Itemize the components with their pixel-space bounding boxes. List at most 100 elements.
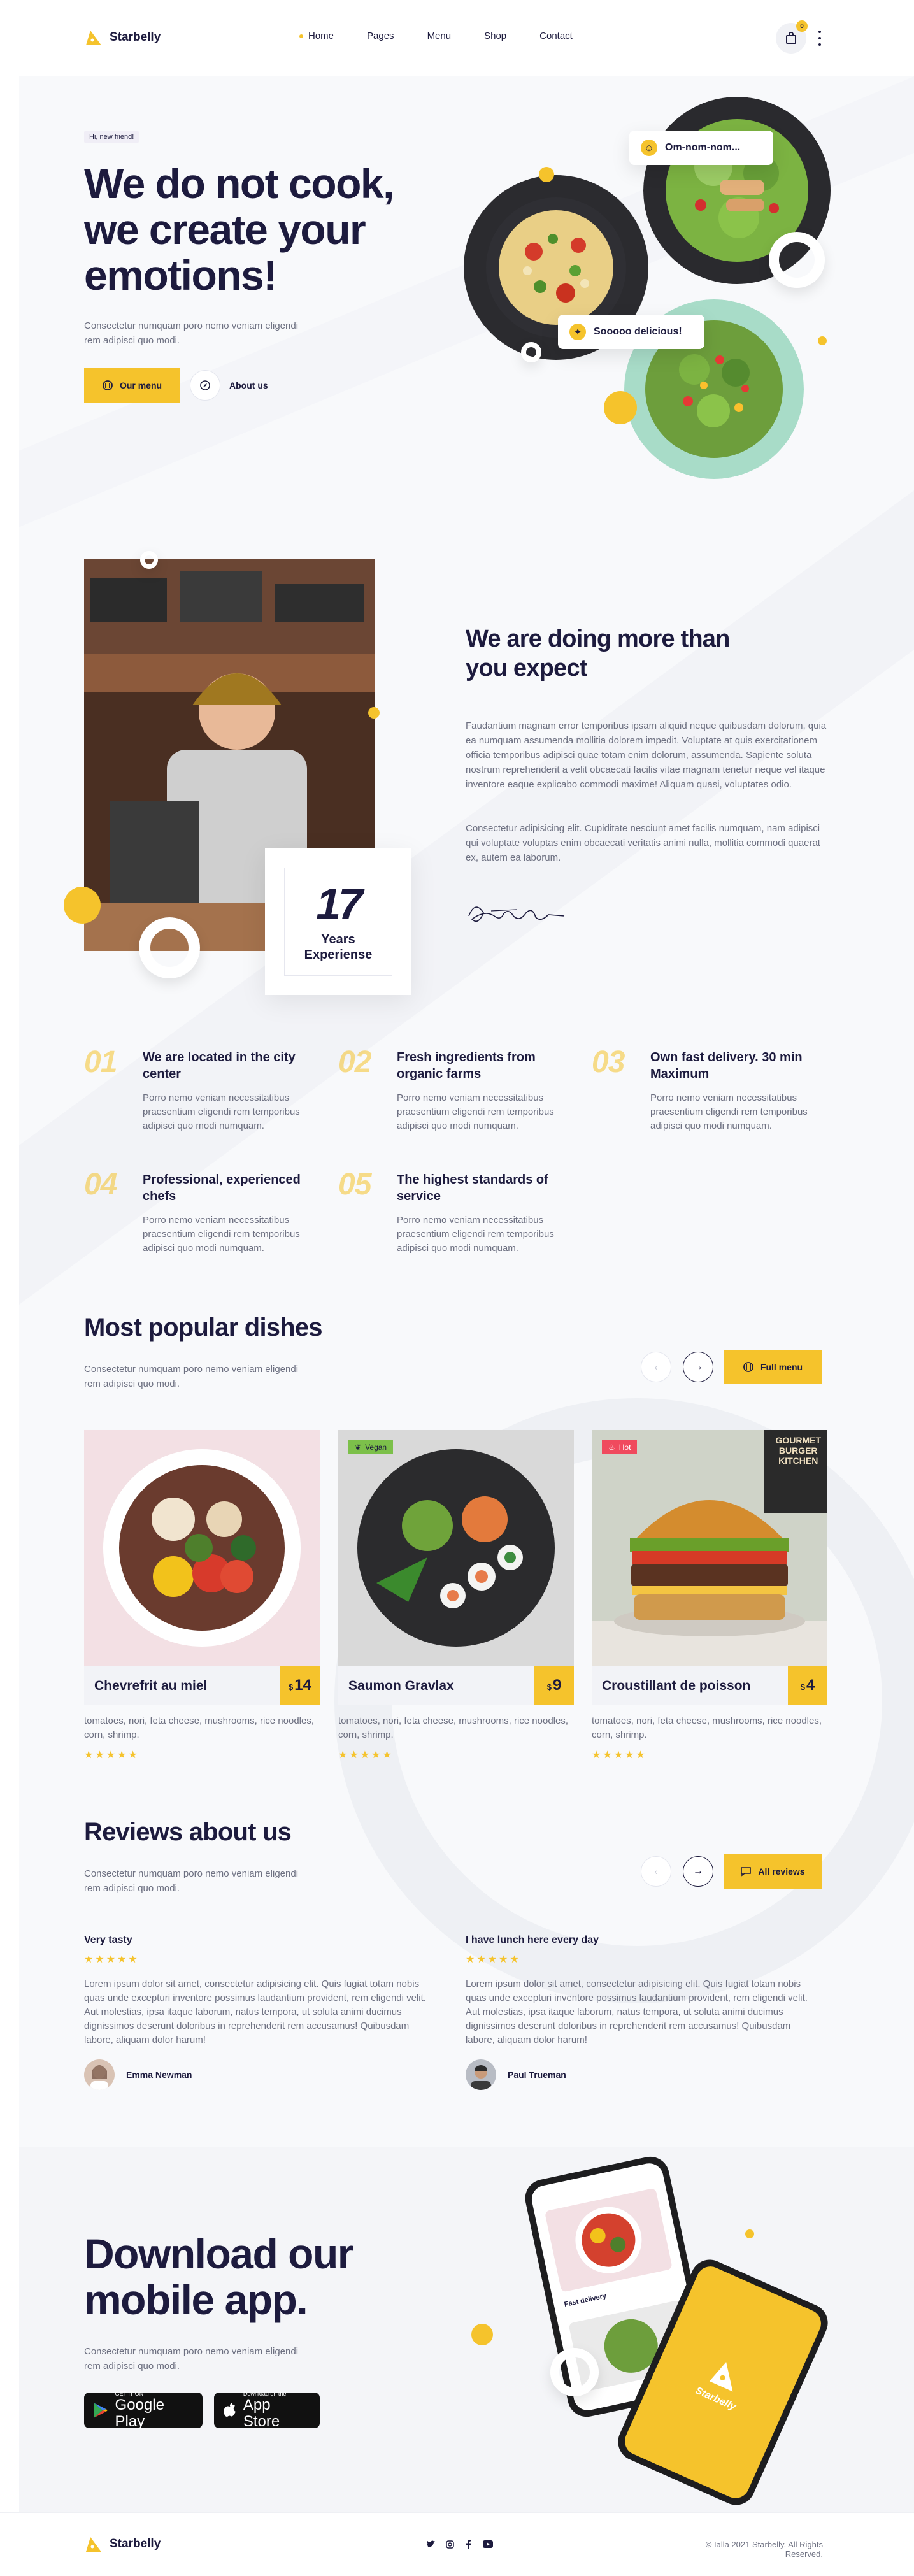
review-text: Lorem ipsum dolor sit amet, consectetur … [84,1979,426,2045]
main-nav: Home Pages Menu Shop Contact [299,31,606,41]
feature-text: Porro nemo veniam necessitatibus praesen… [650,1092,808,1131]
years-label: Years Experiense [304,933,373,962]
reviewer-name: Emma Newman [126,2070,192,2080]
review-text: Lorem ipsum dolor sit amet, consectetur … [466,1979,808,2045]
google-play-button[interactable]: GET IT ON Google Play [84,2391,203,2430]
dish-name: Chevrefrit au miel [94,1678,208,1693]
logo-text: Starbelly [110,2537,161,2551]
feature-text: Porro nemo veniam necessitatibus praesen… [397,1215,554,1254]
avatar [466,2059,496,2090]
decor-dot [745,2229,754,2238]
next-dish-button[interactable]: → [683,1352,713,1382]
hero-title: We do not cook, we create your emotions! [84,160,394,299]
reviews-text: Consectetur numquam poro nemo veniam eli… [84,1868,299,1894]
decor-ring [769,232,825,288]
decor-dot [368,707,380,719]
decor-dot [539,167,554,182]
compass-icon [190,370,220,401]
nav-menu[interactable]: Menu [427,31,452,41]
cart-button[interactable]: 0 [776,20,808,54]
decor-ring [140,551,158,569]
decor-ring [139,917,200,978]
decor-dot [471,2324,493,2345]
bag-icon [786,32,796,44]
feature-title: Own fast delivery. 30 min Maximum [650,1050,803,1081]
rating-stars: ★★★★★ [466,1954,521,1965]
fire-icon: ♨ [608,1443,615,1452]
decor-ring [550,2348,599,2396]
nav-pages[interactable]: Pages [367,31,394,41]
twitter-icon[interactable] [425,2539,436,2549]
decor-dot [64,887,101,924]
full-menu-button[interactable]: Full menu [724,1350,822,1384]
next-review-button[interactable]: → [683,1856,713,1887]
more-menu-button[interactable] [818,31,822,46]
feature-number: 03 [592,1045,625,1079]
nav-contact[interactable]: Contact [539,31,573,41]
feature-title: Fresh ingredients from organic farms [397,1050,536,1081]
facebook-icon[interactable] [464,2539,474,2549]
burger-sign: GOURMET BURGER KITCHEN [775,1435,821,1466]
logo[interactable]: Starbelly [84,28,161,47]
menu-icon [103,380,113,390]
dish-name: Saumon Gravlax [348,1678,454,1693]
dish-price: $4 [788,1666,827,1705]
about-paragraph-1: Faudantium magnam error temporibus ipsam… [466,720,827,790]
dish-image [84,1430,320,1666]
app-store-button[interactable]: Download on the App Store [214,2391,320,2430]
arrow-right-icon: → [693,1866,703,1877]
smile-emoji-icon: ☺ [641,140,657,156]
rating-stars: ★★★★★ [84,1954,139,1965]
site-header: Starbelly Home Pages Menu Shop Contact 0 [0,0,914,76]
signature [468,906,565,922]
footer-logo[interactable]: Starbelly [84,2535,161,2554]
dish-image: GOURMET BURGER KITCHEN [592,1430,827,1666]
vegan-tag: ❦ Vegan [348,1440,394,1454]
dish-price: $14 [280,1666,320,1705]
hero-chip: Hi, new friend! [84,131,139,143]
hero-text: Consectetur numquam poro nemo veniam eli… [84,320,299,346]
all-reviews-button[interactable]: All reviews [724,1854,822,1889]
menu-icon [743,1362,753,1372]
app-text: Consectetur numquam poro nemo veniam eli… [84,2346,299,2372]
rating-stars: ★★★★★ [84,1750,139,1761]
prev-review-button[interactable]: ‹ [641,1856,671,1887]
hot-tag: ♨ Hot [602,1440,638,1454]
logo-icon [84,28,103,47]
our-menu-button[interactable]: Our menu [84,368,180,403]
prev-dish-button[interactable]: ‹ [641,1352,671,1382]
chevron-left-icon: ‹ [654,1362,658,1372]
feature-title: The highest standards of service [397,1173,548,1203]
chevron-left-icon: ‹ [654,1866,658,1877]
about-title: We are doing more than you expect [466,626,730,682]
dish-image [338,1430,574,1666]
chat-icon [741,1867,752,1877]
leaf-icon: ❦ [355,1443,362,1452]
instagram-icon[interactable] [445,2539,455,2549]
decor-ring [521,342,541,362]
logo-icon [84,2535,103,2554]
dish-price: $9 [534,1666,574,1705]
social-links [425,2539,493,2549]
years-number: 17 [316,879,363,929]
dishes-text: Consectetur numquam poro nemo veniam eli… [84,1364,299,1389]
dish-description: tomatoes, nori, feta cheese, mushrooms, … [338,1715,569,1740]
rating-stars: ★★★★★ [338,1750,394,1761]
feature-number: 01 [84,1045,117,1079]
feature-number: 04 [84,1168,117,1201]
feature-text: Porro nemo veniam necessitatibus praesen… [143,1092,300,1131]
nav-shop[interactable]: Shop [484,31,506,41]
copyright: © Ialla 2021 Starbelly. All Rights Reser… [705,2540,823,2559]
dish-name: Croustillant de poisson [602,1678,751,1693]
feature-text: Porro nemo veniam necessitatibus praesen… [397,1092,554,1131]
dish-description: tomatoes, nori, feta cheese, mushrooms, … [84,1715,315,1740]
cart-count-badge: 0 [796,20,808,32]
feature-number: 05 [338,1168,371,1201]
logo-text: Starbelly [110,31,161,44]
dishes-title: Most popular dishes [84,1313,323,1342]
dish-description: tomatoes, nori, feta cheese, mushrooms, … [592,1715,822,1740]
nav-home[interactable]: Home [299,31,334,41]
about-us-button[interactable]: About us [190,370,268,401]
review-title: Very tasty [84,1935,132,1945]
youtube-icon[interactable] [483,2539,493,2549]
